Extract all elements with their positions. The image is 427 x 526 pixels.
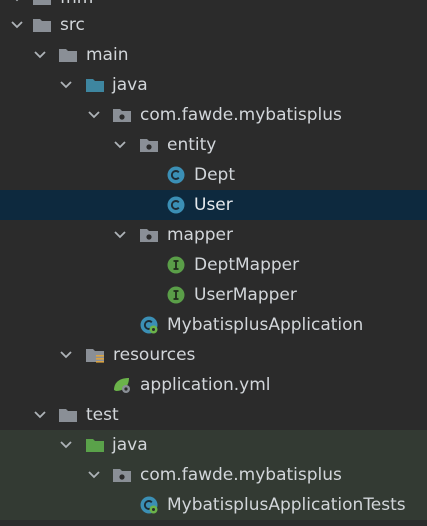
tree-item-label: DeptMapper	[194, 255, 300, 275]
class-icon	[166, 166, 186, 184]
tree-row-main[interactable]: main	[0, 40, 427, 70]
chevron-down-icon[interactable]	[8, 16, 26, 34]
tree-row-java-test[interactable]: java	[0, 430, 427, 460]
tree-row-mapper[interactable]: mapper	[0, 220, 427, 250]
test-folder-icon	[85, 436, 105, 454]
tree-row-application-yml[interactable]: application.yml	[0, 370, 427, 400]
tree-item-label: com.fawde.mybatisplus	[140, 465, 342, 485]
source-folder-icon	[85, 76, 105, 94]
package-icon	[112, 106, 132, 124]
tree-row-application-tests[interactable]: MybatisplusApplicationTests	[0, 490, 427, 520]
tree-item-label: entity	[167, 135, 217, 155]
tree-item-label: Dept	[194, 165, 236, 185]
package-icon	[112, 466, 132, 484]
resources-folder-icon	[85, 346, 105, 364]
chevron-down-icon[interactable]	[111, 136, 129, 154]
project-tree: fnm src main java	[0, 0, 427, 526]
folder-icon	[32, 0, 52, 7]
spring-boot-class-icon	[139, 316, 159, 334]
tree-row-test[interactable]: test	[0, 400, 427, 430]
tree-item-label: java	[112, 75, 148, 95]
yaml-config-icon	[112, 376, 132, 394]
tree-row-entity[interactable]: entity	[0, 130, 427, 160]
tree-item-label: com.fawde.mybatisplus	[140, 105, 342, 125]
chevron-down-icon[interactable]	[111, 226, 129, 244]
chevron-down-icon[interactable]	[85, 466, 103, 484]
tree-item-label: src	[60, 15, 85, 35]
tree-row-user[interactable]: User	[0, 190, 427, 220]
tree-row-usermapper[interactable]: UserMapper	[0, 280, 427, 310]
tree-row-application[interactable]: MybatisplusApplication	[0, 310, 427, 340]
tree-row-test-package[interactable]: com.fawde.mybatisplus	[0, 460, 427, 490]
spring-boot-class-icon	[139, 496, 159, 514]
tree-row-src[interactable]: src	[0, 10, 427, 40]
chevron-down-icon[interactable]	[85, 106, 103, 124]
folder-icon	[32, 16, 52, 34]
package-icon	[139, 136, 159, 154]
chevron-down-icon[interactable]	[31, 46, 49, 64]
tree-item-label: UserMapper	[194, 285, 297, 305]
tree-item-label: mapper	[167, 225, 234, 245]
tree-item-label: java	[112, 435, 148, 455]
interface-icon	[166, 286, 186, 304]
tree-item-label: resources	[113, 345, 196, 365]
class-icon	[166, 196, 186, 214]
chevron-down-icon[interactable]	[31, 406, 49, 424]
tree-item-label: main	[86, 45, 129, 65]
package-icon	[139, 226, 159, 244]
chevron-down-icon[interactable]	[8, 0, 26, 7]
tree-row-resources[interactable]: resources	[0, 340, 427, 370]
chevron-down-icon[interactable]	[57, 436, 75, 454]
tree-row-java-source[interactable]: java	[0, 70, 427, 100]
folder-icon	[58, 46, 78, 64]
tree-row-deptmapper[interactable]: DeptMapper	[0, 250, 427, 280]
tree-item-label: application.yml	[140, 375, 271, 395]
tree-item-label: test	[86, 405, 119, 425]
folder-icon	[58, 406, 78, 424]
chevron-down-icon[interactable]	[57, 76, 75, 94]
tree-item-label: MybatisplusApplication	[167, 315, 364, 335]
interface-icon	[166, 256, 186, 274]
tree-item-label: User	[194, 195, 233, 215]
chevron-down-icon[interactable]	[57, 346, 75, 364]
tree-item-label: MybatisplusApplicationTests	[167, 495, 406, 515]
tree-row-dept[interactable]: Dept	[0, 160, 427, 190]
tree-row-package[interactable]: com.fawde.mybatisplus	[0, 100, 427, 130]
